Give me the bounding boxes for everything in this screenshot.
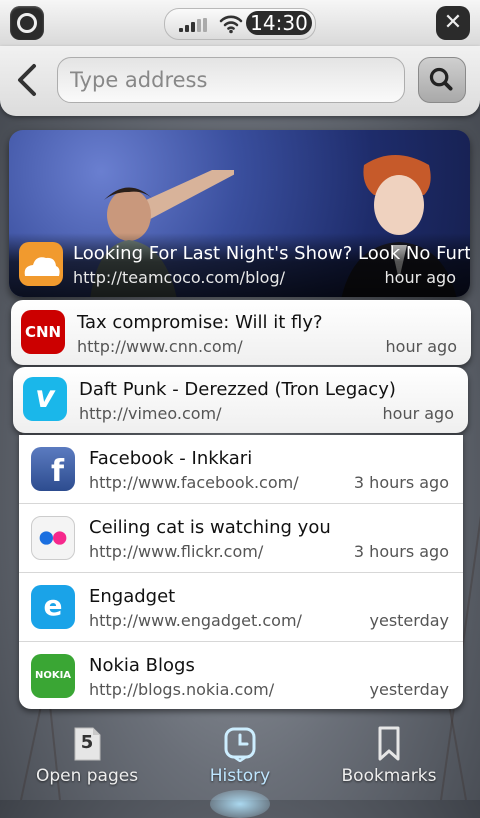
- open-pages-count: 5: [80, 732, 94, 753]
- history-url: http://blogs.nokia.com/: [89, 680, 275, 699]
- home-icon: [17, 13, 37, 33]
- history-item[interactable]: Ceiling cat is watching you http://www.f…: [19, 504, 463, 573]
- favicon: NOKIA: [31, 654, 75, 698]
- status-bar: 14:30 ✕: [0, 0, 480, 47]
- history-item[interactable]: f Facebook - Inkkari http://www.facebook…: [19, 435, 463, 504]
- history-url: http://www.cnn.com/: [77, 337, 243, 356]
- history-url: http://www.flickr.com/: [89, 542, 264, 561]
- wifi-icon: [219, 15, 243, 34]
- tab-history-label: History: [209, 766, 271, 786]
- history-title: Facebook - Inkkari: [89, 448, 253, 469]
- clock: 14:30: [246, 11, 312, 35]
- history-title: Looking For Last Night's Show? Look No F…: [73, 243, 470, 264]
- history-title: Tax compromise: Will it fly?: [77, 312, 323, 333]
- history-time: 3 hours ago: [353, 473, 449, 492]
- history-time: yesterday: [369, 611, 450, 630]
- history-time: hour ago: [384, 268, 456, 287]
- featured-history-item[interactable]: Looking For Last Night's Show? Look No F…: [9, 130, 470, 297]
- search-icon: [429, 67, 453, 91]
- favicon: [31, 516, 75, 560]
- history-time: hour ago: [382, 404, 454, 423]
- history-title: Engadget: [89, 586, 176, 607]
- back-button[interactable]: [12, 62, 44, 98]
- tab-history[interactable]: History: [160, 718, 320, 818]
- tab-open-pages-label: Open pages: [35, 766, 139, 786]
- history-clock-icon: [224, 727, 256, 762]
- flickr-logo-icon: [39, 531, 67, 545]
- signal-strength-icon: [179, 18, 211, 32]
- status-indicators[interactable]: 14:30: [164, 8, 316, 40]
- bookmark-icon: [378, 726, 400, 761]
- history-item[interactable]: v Daft Punk - Derezzed (Tron Legacy) htt…: [13, 367, 468, 433]
- vimeo-logo-icon: v: [35, 380, 55, 415]
- history-title: Daft Punk - Derezzed (Tron Legacy): [79, 379, 396, 400]
- cloud-icon: [24, 257, 60, 276]
- address-bar: [0, 46, 480, 116]
- history-title: Ceiling cat is watching you: [89, 517, 331, 538]
- favicon: [19, 242, 63, 286]
- nokia-logo-icon: NOKIA: [34, 670, 72, 681]
- history-url: http://www.engadget.com/: [89, 611, 302, 630]
- close-icon: ✕: [443, 10, 463, 35]
- address-input[interactable]: [57, 57, 405, 103]
- history-url: http://teamcoco.com/blog/: [73, 268, 285, 287]
- favicon: f: [31, 447, 75, 491]
- history-time: 3 hours ago: [353, 542, 449, 561]
- search-button[interactable]: [418, 57, 466, 103]
- history-url: http://www.facebook.com/: [89, 473, 299, 492]
- history-item[interactable]: e Engadget http://www.engadget.com/ yest…: [19, 573, 463, 642]
- cnn-logo-icon: CNN: [24, 323, 62, 341]
- favicon: e: [31, 585, 75, 629]
- history-item[interactable]: CNN Tax compromise: Will it fly? http://…: [11, 300, 471, 365]
- engadget-logo-icon: e: [43, 589, 63, 622]
- history-time: hour ago: [385, 337, 457, 356]
- close-button[interactable]: ✕: [436, 6, 470, 40]
- tab-bookmarks-label: Bookmarks: [341, 766, 437, 786]
- bottom-toolbar: 5 Open pages History Bookmarks: [0, 718, 480, 818]
- tab-bookmarks[interactable]: Bookmarks: [309, 718, 469, 800]
- facebook-logo-icon: f: [50, 454, 64, 489]
- history-list: f Facebook - Inkkari http://www.facebook…: [19, 435, 463, 709]
- home-button[interactable]: [10, 6, 44, 40]
- favicon: CNN: [21, 310, 65, 354]
- history-time: yesterday: [369, 680, 450, 699]
- history-title: Nokia Blogs: [89, 655, 195, 676]
- history-item[interactable]: NOKIA Nokia Blogs http://blogs.nokia.com…: [19, 642, 463, 709]
- chevron-left-icon: [18, 64, 36, 96]
- tab-open-pages[interactable]: 5 Open pages: [7, 718, 167, 800]
- favicon: v: [23, 377, 67, 421]
- history-url: http://vimeo.com/: [79, 404, 222, 423]
